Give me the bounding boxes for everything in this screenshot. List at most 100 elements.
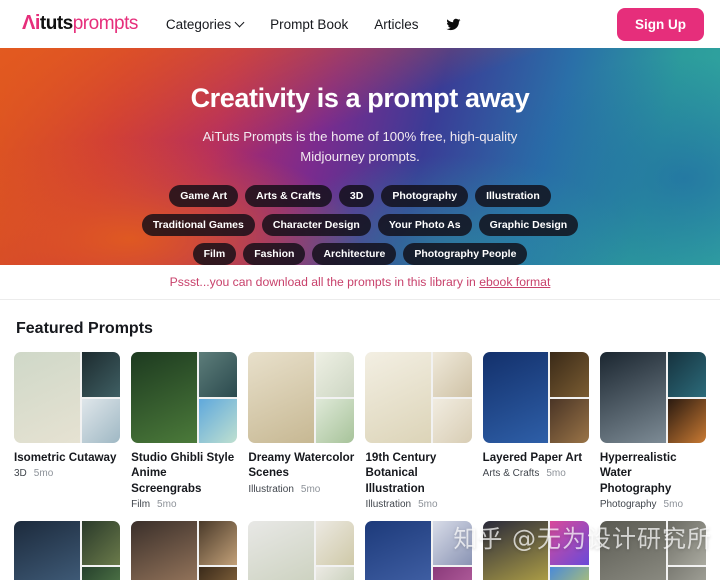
prompt-card-title: Dreamy Watercolor Scenes: [248, 451, 355, 480]
prompt-card-meta: Film 5mo: [131, 499, 237, 510]
thumbnail-primary-image: [248, 520, 315, 580]
hero-subtitle: AiTuts Prompts is the home of 100% free,…: [202, 129, 518, 165]
featured-prompts-grid: Isometric Cutaway 3D 5mo Studio Ghibli Styl…: [14, 352, 706, 510]
thumbnail-tertiary-image: [81, 567, 121, 580]
prompt-card-title: Hyperrealistic Water Photography: [599, 451, 677, 495]
thumbnail-primary-image: [365, 520, 432, 580]
thumbnail-primary-image: [14, 352, 80, 443]
prompt-card-age: 5mo: [663, 498, 683, 510]
prompt-card-category: Arts & Crafts: [482, 468, 540, 480]
chevron-down-icon: [236, 18, 244, 26]
prompt-card[interactable]: Layered Paper Art Arts & Crafts 5mo: [482, 352, 589, 510]
category-tag[interactable]: Traditional Games: [141, 214, 255, 237]
category-tag[interactable]: Fashion: [243, 243, 306, 265]
nav-item-prompt-book[interactable]: Prompt Book: [270, 17, 348, 32]
prompt-card[interactable]: Hyperrealistic Water Photography Photogra…: [599, 352, 706, 510]
ebook-format-link[interactable]: ebook format: [479, 275, 550, 289]
category-tag[interactable]: Graphic Design: [478, 214, 579, 237]
prompt-card[interactable]: [14, 520, 121, 580]
thumbnail-secondary-image: [81, 520, 121, 566]
prompt-card[interactable]: [248, 520, 355, 580]
prompt-card[interactable]: [482, 520, 589, 580]
prompt-card-thumbnail: [599, 352, 706, 443]
twitter-icon[interactable]: [446, 17, 461, 32]
thumbnail-side-stack: [433, 352, 472, 443]
prompt-card[interactable]: [599, 520, 706, 580]
thumbnail-side-stack: [667, 520, 706, 580]
thumbnail-tertiary-image: [198, 567, 238, 580]
prompt-card-meta: Illustration 5mo: [365, 499, 471, 510]
thumbnail-tertiary-image: [433, 398, 472, 443]
thumbnail-secondary-image: [81, 352, 121, 397]
prompt-card-title: 19th Century Botanical Illustration: [365, 451, 437, 495]
category-tag[interactable]: Architecture: [312, 243, 397, 265]
category-tag[interactable]: 3D: [338, 185, 375, 208]
thumbnail-tertiary-image: [198, 398, 238, 443]
category-tag[interactable]: Game Art: [169, 185, 239, 208]
featured-prompts-grid-row2: [14, 520, 706, 580]
category-tag[interactable]: Film: [192, 243, 237, 265]
prompt-card[interactable]: [365, 520, 472, 580]
thumbnail-primary-image: [599, 520, 666, 580]
thumbnail-side-stack: [316, 520, 355, 580]
prompt-card-category: Film: [131, 498, 151, 510]
thumbnail-primary-image: [131, 352, 197, 443]
prompt-card-meta: Photography 5mo: [600, 499, 706, 510]
thumbnail-secondary-image: [550, 352, 589, 397]
thumbnail-primary-image: [14, 520, 80, 580]
ebook-banner-prefix: Pssst...you can download all the prompts…: [169, 275, 480, 289]
prompt-card-thumbnail: [131, 520, 238, 580]
category-tag[interactable]: Your Photo As: [377, 214, 472, 237]
thumbnail-secondary-image: [316, 520, 355, 566]
thumbnail-secondary-image: [667, 352, 706, 397]
category-tag[interactable]: Character Design: [261, 214, 371, 237]
prompt-card-thumbnail: [365, 520, 472, 580]
category-tag[interactable]: Photography: [381, 185, 469, 208]
hero-section: Creativity is a prompt away AiTuts Promp…: [0, 48, 720, 265]
prompt-card[interactable]: [131, 520, 238, 580]
thumbnail-tertiary-image: [81, 398, 121, 443]
prompt-card[interactable]: Dreamy Watercolor Scenes Illustration 5mo: [248, 352, 355, 510]
prompt-card-category: Illustration: [248, 483, 294, 495]
prompt-card-title: Studio Ghibli Style Anime Screengrabs: [131, 451, 235, 495]
prompt-card-thumbnail: [482, 520, 589, 580]
nav-item-articles[interactable]: Articles: [374, 17, 418, 32]
thumbnail-secondary-image: [198, 352, 238, 397]
prompt-card-age: 5mo: [300, 483, 321, 495]
prompt-card[interactable]: Isometric Cutaway 3D 5mo: [14, 352, 121, 510]
category-tag[interactable]: Arts & Crafts: [245, 185, 332, 208]
thumbnail-primary-image: [131, 520, 197, 580]
featured-prompts-title: Featured Prompts: [16, 320, 153, 337]
prompt-card-thumbnail: [482, 352, 589, 443]
thumbnail-tertiary-image: [316, 567, 355, 580]
category-tag[interactable]: Illustration: [475, 185, 551, 208]
prompt-card-meta: Illustration 5mo: [248, 484, 354, 495]
main-nav: Categories Prompt Book Articles: [166, 17, 462, 32]
prompt-card-age: 5mo: [157, 498, 177, 510]
prompt-card-thumbnail: [14, 520, 121, 580]
thumbnail-tertiary-image: [667, 398, 706, 443]
prompt-card-category: Photography: [599, 498, 657, 510]
prompt-card[interactable]: Studio Ghibli Style Anime Screengrabs Fil…: [131, 352, 238, 510]
site-logo[interactable]: Λi tuts prompts: [22, 13, 138, 35]
thumbnail-primary-image: [482, 520, 549, 580]
main-content: Featured Prompts Isometric Cutaway 3D 5mo S…: [0, 320, 720, 580]
thumbnail-tertiary-image: [550, 398, 589, 443]
prompt-card-thumbnail: [248, 352, 355, 443]
nav-item-categories[interactable]: Categories: [166, 17, 244, 32]
thumbnail-secondary-image: [433, 352, 472, 397]
prompt-card-age: 5mo: [418, 498, 438, 510]
thumbnail-side-stack: [667, 352, 706, 443]
category-tag[interactable]: Photography People: [403, 243, 528, 265]
logo-text-tuts: tuts: [39, 13, 73, 34]
prompt-card-age: 5mo: [546, 468, 566, 480]
thumbnail-primary-image: [248, 352, 315, 443]
ebook-banner-text: Pssst...you can download all the prompts…: [170, 275, 551, 289]
prompt-card-title: Layered Paper Art: [482, 451, 583, 464]
prompt-card[interactable]: 19th Century Botanical Illustration Illus…: [365, 352, 472, 510]
thumbnail-side-stack: [550, 352, 589, 443]
logo-text-prompts: prompts: [72, 13, 139, 34]
thumbnail-side-stack: [198, 352, 238, 443]
signup-button[interactable]: Sign Up: [617, 7, 704, 41]
prompt-card-thumbnail: [248, 520, 355, 580]
